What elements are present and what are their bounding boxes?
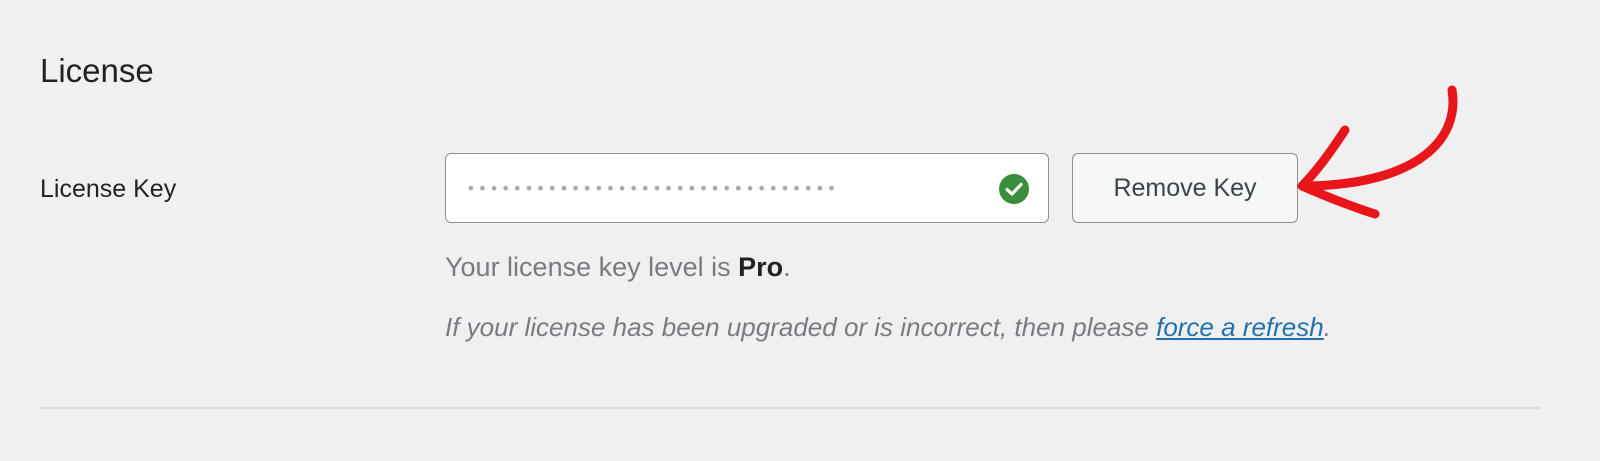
license-level-value: Pro	[738, 252, 784, 282]
license-level-text: Your license key level is Pro.	[445, 250, 791, 284]
refresh-hint-text: If your license has been upgraded or is …	[445, 310, 1331, 344]
refresh-hint-prefix: If your license has been upgraded or is …	[445, 312, 1157, 342]
license-key-field[interactable]: ••••••••••••••••••••••••••••••••	[445, 153, 1049, 223]
section-title: License	[40, 52, 154, 89]
section-divider	[40, 407, 1540, 409]
red-arrow-annotation	[1297, 85, 1458, 219]
license-key-input[interactable]: ••••••••••••••••••••••••••••••••	[466, 154, 966, 222]
force-refresh-link[interactable]: force a refresh	[1156, 312, 1324, 342]
license-key-label: License Key	[40, 175, 177, 203]
remove-key-button[interactable]: Remove Key	[1072, 153, 1298, 223]
license-level-prefix: Your license key level is	[445, 252, 739, 282]
license-level-suffix: .	[783, 252, 791, 282]
check-circle-icon	[999, 174, 1029, 204]
refresh-hint-suffix: .	[1323, 312, 1331, 342]
